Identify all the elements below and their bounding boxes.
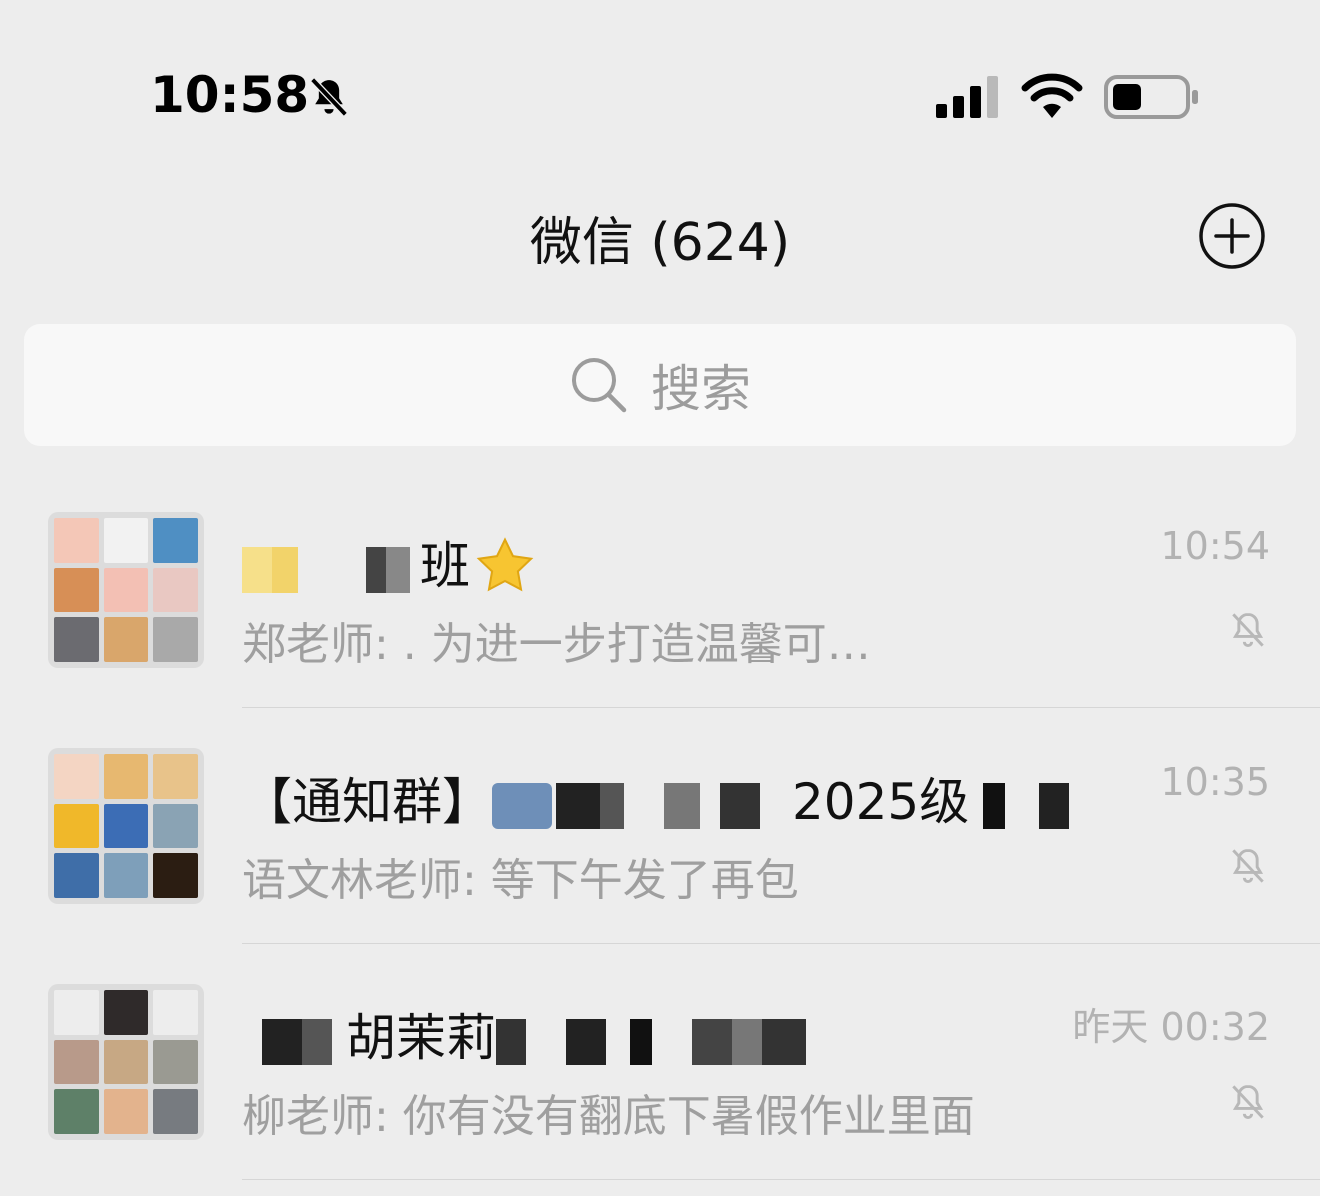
divider bbox=[242, 1179, 1320, 1180]
avatar-tile bbox=[103, 990, 149, 1035]
chat-list: 班 10:54 郑老师: . 为进一步打造温馨可… 【通知群】 2025级 10:… bbox=[0, 472, 1320, 1180]
avatar-tile bbox=[153, 853, 198, 898]
search-input[interactable]: 搜索 bbox=[24, 324, 1296, 446]
avatar-tile bbox=[153, 617, 198, 662]
chat-name-text: 胡茉莉 bbox=[346, 1009, 496, 1067]
chat-name-text: 班 bbox=[420, 537, 470, 595]
chat-name: 【通知群】 2025级 bbox=[242, 762, 1087, 834]
redacted-mosaic bbox=[366, 546, 416, 593]
avatar-tile bbox=[54, 567, 99, 613]
bell-slash-icon bbox=[1232, 848, 1264, 884]
chat-name-prefix: 【通知群】 bbox=[242, 773, 492, 831]
battery-icon bbox=[1104, 75, 1198, 119]
avatar-tile bbox=[54, 1089, 99, 1134]
plus-circle-icon[interactable] bbox=[1198, 202, 1266, 270]
bell-slash-icon bbox=[1232, 612, 1264, 648]
chat-row[interactable]: 胡茉莉 昨天 00:32 柳老师: 你有没有翻底下暑假作业里面 bbox=[0, 944, 1320, 1180]
chat-row[interactable]: 班 10:54 郑老师: . 为进一步打造温馨可… bbox=[0, 472, 1320, 708]
chat-name-text: 2025级 bbox=[792, 773, 970, 831]
avatar-tile bbox=[153, 1039, 198, 1085]
avatar-tile bbox=[54, 990, 99, 1035]
avatar-tile bbox=[103, 518, 149, 563]
avatar-tile bbox=[54, 518, 99, 563]
page-title: 微信 (624) bbox=[529, 213, 791, 273]
avatar-tile bbox=[103, 567, 149, 613]
group-avatar bbox=[48, 984, 204, 1140]
wifi-icon bbox=[1021, 73, 1083, 118]
avatar-tile bbox=[54, 853, 99, 898]
chat-time: 昨天 00:32 bbox=[1072, 1005, 1270, 1049]
avatar-tile bbox=[54, 754, 99, 799]
group-avatar bbox=[48, 512, 204, 668]
avatar-tile bbox=[153, 567, 198, 613]
redacted-mosaic bbox=[492, 782, 552, 829]
chat-preview: 语文林老师: 等下午发了再包 bbox=[242, 855, 799, 906]
avatar-tile bbox=[103, 754, 149, 799]
search-placeholder: 搜索 bbox=[651, 360, 751, 418]
avatar-tile bbox=[153, 1089, 198, 1134]
avatar-tile bbox=[103, 617, 149, 662]
redacted-mosaic bbox=[242, 1018, 342, 1065]
avatar-tile bbox=[153, 754, 198, 799]
avatar-tile bbox=[103, 803, 149, 849]
avatar-tile bbox=[54, 803, 99, 849]
avatar-tile bbox=[103, 1089, 149, 1134]
avatar-tile bbox=[54, 617, 99, 662]
bell-slash-icon bbox=[1232, 1084, 1264, 1120]
chat-time: 10:35 bbox=[1160, 760, 1270, 804]
chat-preview: 郑老师: . 为进一步打造温馨可… bbox=[242, 619, 871, 670]
redacted-mosaic bbox=[983, 782, 1083, 829]
avatar-tile bbox=[103, 853, 149, 898]
cellular-signal-icon bbox=[936, 76, 998, 118]
star-icon bbox=[476, 536, 534, 591]
chat-row[interactable]: 【通知群】 2025级 10:35 语文林老师: 等下午发了再包 bbox=[0, 708, 1320, 944]
search-icon bbox=[572, 358, 627, 413]
bell-slash-icon bbox=[310, 77, 348, 117]
chat-name: 胡茉莉 bbox=[242, 998, 830, 1070]
group-avatar bbox=[48, 748, 204, 904]
avatar-tile bbox=[54, 1039, 99, 1085]
chat-preview: 柳老师: 你有没有翻底下暑假作业里面 bbox=[242, 1091, 975, 1142]
chat-name: 班 bbox=[242, 526, 536, 598]
avatar-tile bbox=[153, 803, 198, 849]
avatar-tile bbox=[153, 518, 198, 563]
status-time: 10:58 bbox=[150, 66, 310, 124]
avatar-tile bbox=[153, 990, 198, 1035]
redacted-mosaic bbox=[556, 782, 788, 829]
redacted-mosaic bbox=[496, 1018, 826, 1065]
redacted-mosaic bbox=[242, 546, 362, 593]
avatar-tile bbox=[103, 1039, 149, 1085]
chat-time: 10:54 bbox=[1160, 524, 1270, 568]
